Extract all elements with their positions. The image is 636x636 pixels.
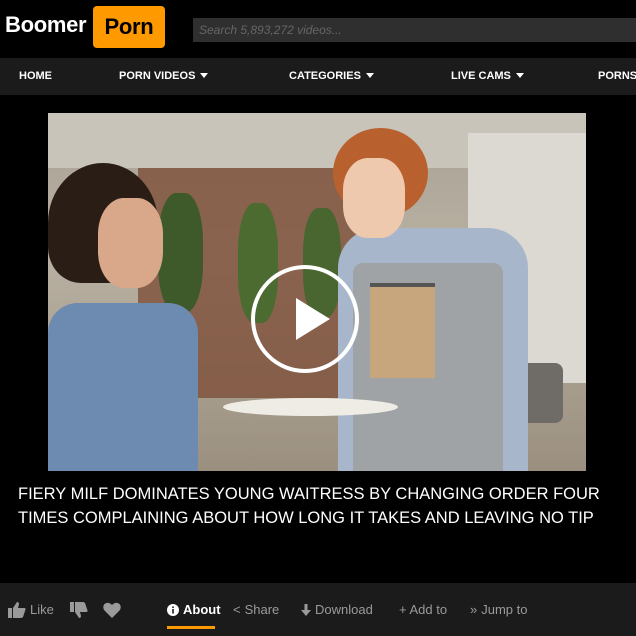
favorite-button[interactable] [103,583,125,636]
info-icon [167,603,179,616]
search-input[interactable]: Search 5,893,272 videos... [193,18,636,42]
main-nav: HOME PORN VIDEOS CATEGORIES LIVE CAMS PO… [0,58,636,95]
about-label: About [183,602,221,617]
video-frame-figure [98,198,163,288]
video-frame-bg [158,193,203,313]
dislike-button[interactable] [70,583,92,636]
add-to-label: + Add to [399,602,448,617]
nav-label: HOME [19,70,52,82]
video-actions-bar: Like About < Share Download + Add to » Jum… [0,583,636,636]
caret-down-icon [365,72,374,78]
caret-down-icon [515,72,524,78]
nav-item-porn-videos[interactable]: PORN VIDEOS [119,58,209,95]
video-player[interactable] [48,113,586,471]
share-icon: < [233,602,241,618]
nav-item-home[interactable]: HOME [19,58,52,95]
heart-icon [103,602,121,618]
play-icon [296,298,330,340]
logo-badge[interactable]: Porn [93,6,165,48]
jump-to-label: Jump to [481,602,528,617]
tab-share[interactable]: < Share [233,583,279,636]
video-frame-figure [223,398,398,416]
like-label: Like [30,602,54,617]
nav-label: LIVE CAMS [451,70,511,82]
download-icon [301,603,311,616]
caret-down-icon [200,72,209,78]
nav-label: PORNS [598,70,636,82]
nav-label: PORN VIDEOS [119,70,196,82]
video-frame-figure [48,303,198,471]
fast-forward-icon: » [470,602,478,618]
video-frame-figure [370,283,435,378]
play-button[interactable] [251,265,359,373]
video-frame-figure [343,158,405,238]
tab-jump-to[interactable]: » Jump to [470,583,527,636]
thumbs-down-icon [70,601,88,618]
like-button[interactable]: Like [8,583,54,636]
thumbs-up-icon [8,601,26,618]
nav-label: CATEGORIES [289,70,361,82]
nav-item-live-cams[interactable]: LIVE CAMS [451,58,524,95]
tab-add-to[interactable]: + Add to [399,583,447,636]
share-label: Share [244,602,280,617]
logo-text[interactable]: Boomer [5,12,87,38]
download-label: Download [315,602,373,617]
tab-download[interactable]: Download [301,583,373,636]
active-tab-indicator [167,626,215,629]
nav-item-categories[interactable]: CATEGORIES [289,58,374,95]
nav-item-porns[interactable]: PORNS [598,58,636,95]
site-header: Boomer Porn Search 5,893,272 videos... [0,0,636,53]
video-title: FIERY MILF DOMINATES YOUNG WAITRESS BY C… [18,485,600,527]
